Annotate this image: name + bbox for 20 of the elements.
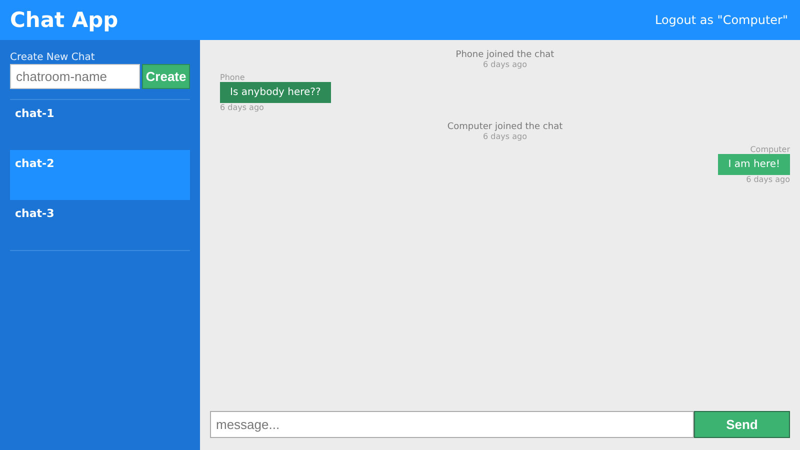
sender-name: Phone (220, 73, 245, 82)
message-bubble: I am here! (718, 154, 790, 175)
message-field[interactable]: message... (210, 411, 694, 438)
timestamp: 6 days ago (483, 132, 527, 141)
sender-name: Computer (750, 145, 790, 154)
logout-link[interactable]: Logout as "Computer" (654, 13, 788, 27)
join-notice: Computer joined the chat (447, 122, 563, 132)
chat-item[interactable]: chat-2 (10, 150, 190, 200)
app-title: Chat App (10, 8, 118, 32)
create-chat-label: Create New Chat (10, 52, 95, 63)
create-button[interactable]: Create (142, 64, 190, 89)
chat-item[interactable]: chat-3 (10, 200, 190, 250)
timestamp: 6 days ago (220, 103, 264, 112)
message-bubble: Is anybody here?? (220, 82, 331, 103)
chatroom-name-field[interactable]: chatroom-name (10, 64, 140, 89)
timestamp: 6 days ago (746, 175, 790, 184)
chat-item[interactable]: chat-1 (10, 100, 190, 150)
join-notice: Phone joined the chat (456, 50, 554, 60)
send-button[interactable]: Send (694, 411, 790, 438)
timestamp: 6 days ago (483, 60, 527, 69)
